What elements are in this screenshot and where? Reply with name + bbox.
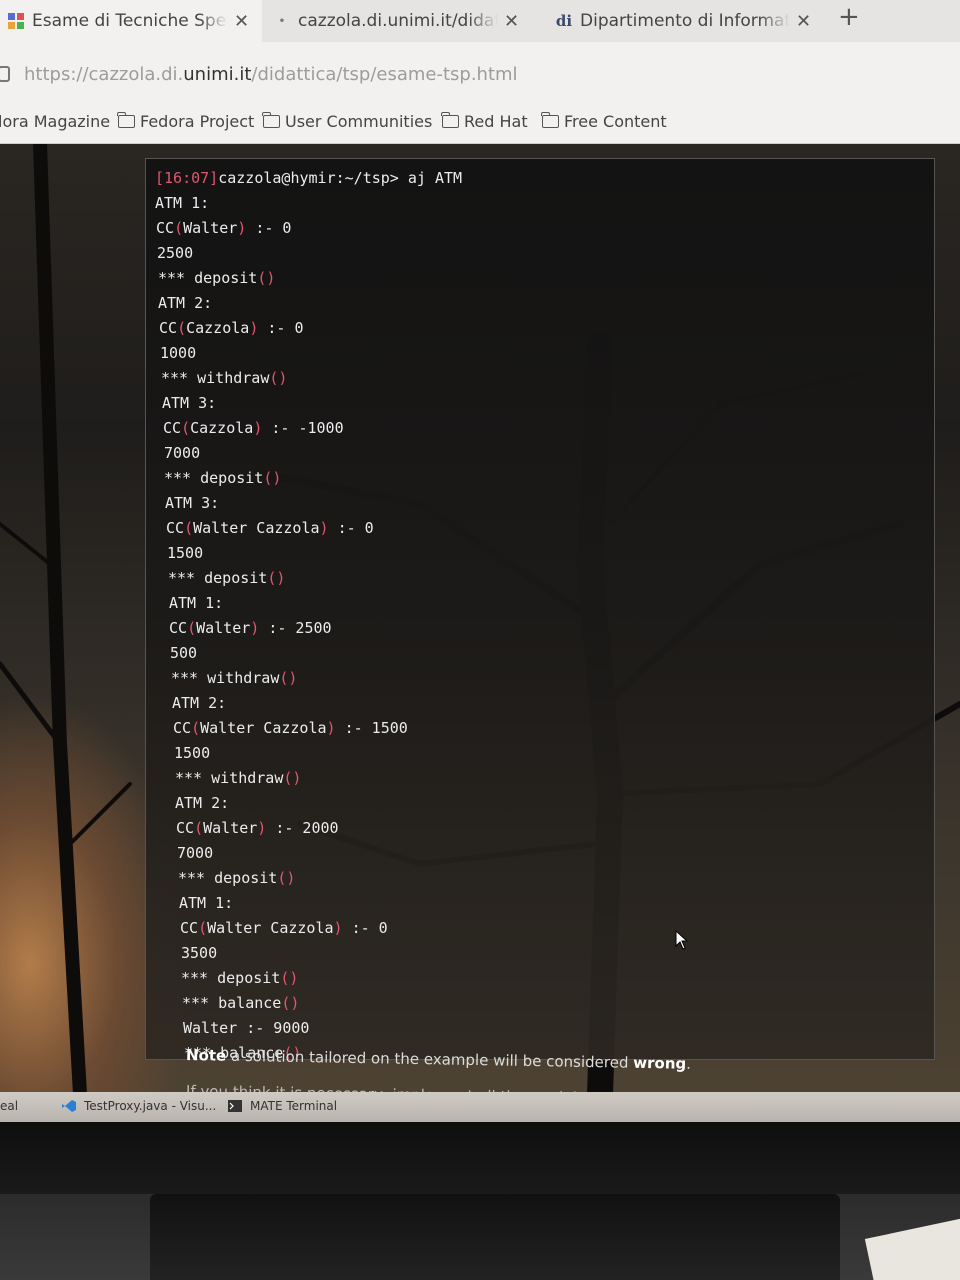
- terminal-line: *** deposit(): [178, 869, 296, 887]
- bookmark-user-communities[interactable]: User Communities: [262, 112, 432, 131]
- close-icon[interactable]: ✕: [796, 11, 811, 32]
- terminal-line: ATM 2:: [158, 294, 213, 312]
- terminal-line: 500: [170, 644, 198, 662]
- taskbar-item-mate-terminal[interactable]: MATE Terminal: [228, 1099, 337, 1113]
- close-icon[interactable]: ✕: [504, 11, 519, 32]
- terminal-line: Walter :- 9000: [183, 1019, 310, 1037]
- address-bar[interactable]: https://cazzola.di.unimi.it/didattica/ts…: [0, 42, 960, 104]
- bookmark-free-content[interactable]: Free Content: [541, 112, 667, 131]
- tab-esame[interactable]: Esame di Tecniche Speciali ✕: [0, 0, 262, 42]
- terminal-line: 7000: [164, 444, 201, 462]
- terminal-line: ATM 1:: [155, 194, 210, 212]
- close-icon[interactable]: ✕: [234, 11, 249, 32]
- terminal-line: 1500: [174, 744, 211, 762]
- bookmarks-bar: lora Magazine Fedora Project User Commun…: [0, 104, 960, 144]
- folder-icon: [541, 112, 559, 128]
- terminal-line: *** balance(): [182, 994, 300, 1012]
- terminal-line: ATM 2:: [172, 694, 227, 712]
- terminal-window[interactable]: [16:07]cazzola@hymir:~/tsp> aj ATM ATM 1…: [145, 158, 935, 1060]
- mouse-cursor-icon: [675, 930, 689, 950]
- bookmark-magazine[interactable]: lora Magazine: [0, 112, 110, 131]
- terminal-line: *** withdraw(): [175, 769, 302, 787]
- terminal-output: [16:07]cazzola@hymir:~/tsp> aj ATM ATM 1…: [155, 166, 463, 1059]
- bookmark-red-hat[interactable]: Red Hat: [441, 112, 528, 131]
- terminal-line: CC(Walter) :- 2500: [169, 619, 332, 637]
- monitor-bezel: [0, 1122, 960, 1194]
- terminal-line: *** deposit(): [158, 269, 276, 287]
- tab-bar: Esame di Tecniche Speciali ✕ • cazzola.d…: [0, 0, 960, 42]
- terminal-line: 3500: [181, 944, 218, 962]
- tab-label: Dipartimento di Informatica: [580, 11, 790, 31]
- terminal-line: ATM 1:: [179, 894, 234, 912]
- vscode-icon: [62, 1100, 76, 1112]
- terminal-line: ATM 3:: [165, 494, 220, 512]
- puzzle-favicon-icon: [6, 11, 26, 31]
- taskbar: eal TestProxy.java - Visu... MATE Termin…: [0, 1092, 960, 1122]
- dot-icon: •: [278, 15, 286, 27]
- terminal-line: 2500: [157, 244, 194, 262]
- di-favicon-icon: di: [555, 12, 573, 30]
- terminal-line: ATM 2:: [175, 794, 230, 812]
- terminal-line: *** deposit(): [164, 469, 282, 487]
- terminal-line: CC(Walter) :- 2000: [176, 819, 339, 837]
- terminal-icon: [228, 1100, 242, 1112]
- tab-label: cazzola.di.unimi.it/didattica: [298, 11, 498, 31]
- taskbar-item-partial[interactable]: eal: [0, 1099, 18, 1113]
- terminal-prompt: [16:07]cazzola@hymir:~/tsp> aj ATM: [155, 169, 463, 187]
- terminal-line: 1500: [167, 544, 204, 562]
- folder-icon: [262, 112, 280, 128]
- terminal-line: ATM 1:: [169, 594, 224, 612]
- terminal-line: CC(Walter Cazzola) :- 1500: [173, 719, 408, 737]
- terminal-line: CC(Walter Cazzola) :- 0: [166, 519, 374, 537]
- new-tab-button[interactable]: +: [838, 2, 860, 32]
- url-text[interactable]: https://cazzola.di.unimi.it/didattica/ts…: [24, 64, 518, 85]
- terminal-line: 1000: [160, 344, 197, 362]
- terminal-line: ATM 3:: [162, 394, 217, 412]
- folder-icon: [117, 112, 135, 128]
- taskbar-item-vscode[interactable]: TestProxy.java - Visu...: [62, 1099, 216, 1113]
- tab-label: Esame di Tecniche Speciali: [32, 11, 228, 31]
- bookmark-fedora-project[interactable]: Fedora Project: [117, 112, 254, 131]
- terminal-line: *** withdraw(): [171, 669, 298, 687]
- lock-icon: [0, 66, 10, 82]
- terminal-line: *** deposit(): [181, 969, 299, 987]
- terminal-line: CC(Cazzola) :- -1000: [163, 419, 344, 437]
- terminal-line: *** deposit(): [168, 569, 286, 587]
- terminal-line: CC(Walter) :- 0: [156, 219, 292, 237]
- terminal-line: 7000: [177, 844, 214, 862]
- terminal-line: CC(Cazzola) :- 0: [159, 319, 304, 337]
- terminal-line: *** withdraw(): [161, 369, 288, 387]
- tab-cazzola[interactable]: • cazzola.di.unimi.it/didattica ✕: [268, 0, 530, 42]
- monitor-stand: [150, 1194, 840, 1280]
- terminal-line: CC(Walter Cazzola) :- 0: [180, 919, 388, 937]
- folder-icon: [441, 112, 459, 128]
- tab-dipartimento[interactable]: di Dipartimento di Informatica ✕: [550, 0, 820, 42]
